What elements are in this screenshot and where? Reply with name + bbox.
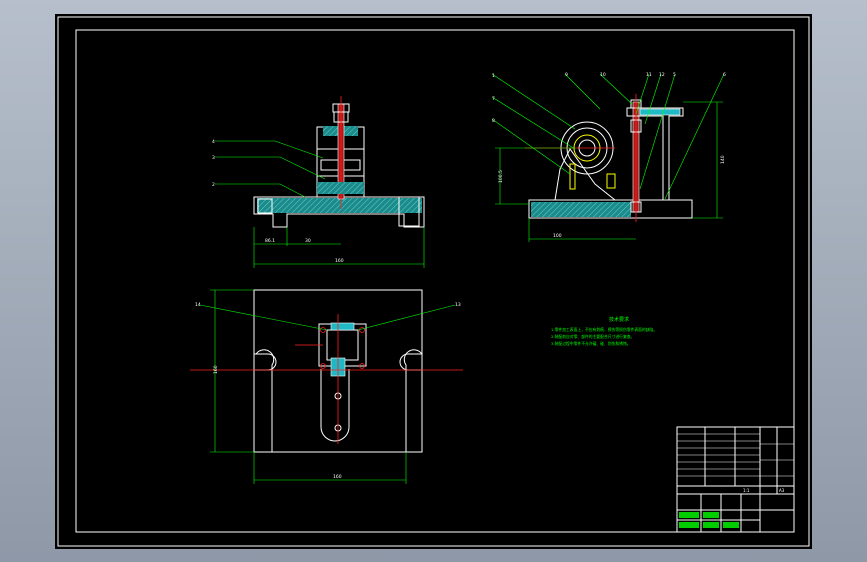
- balloon-front-1: 4: [212, 139, 215, 145]
- drawing-canvas: 4 3 2 86.1 30 160 1 7 8 9 10 11 12 5 6 1…: [57, 16, 810, 547]
- drawing-sheet[interactable]: 4 3 2 86.1 30 160 1 7 8 9 10 11 12 5 6 1…: [55, 14, 812, 549]
- front-view: 4 3 2 86.1 30 160: [212, 96, 425, 268]
- balloon-side-6: 11: [646, 72, 652, 78]
- title-block: 1:1 A3: [676, 426, 795, 533]
- technical-requirements: 技术要求 1.零件加工表面上，不应有划痕、擦伤等损伤零件表面的缺陷。 2.装配前…: [551, 316, 657, 346]
- balloon-side-1: 1: [492, 73, 495, 79]
- balloon-side-5: 10: [600, 72, 606, 78]
- inner-border: [75, 29, 795, 533]
- dim-front-3: 160: [335, 258, 344, 264]
- balloon-side-2: 7: [492, 96, 495, 102]
- balloon-front-3: 2: [212, 182, 215, 188]
- title-block-scale: 1:1: [743, 488, 750, 493]
- dim-side-3: 140: [720, 155, 726, 164]
- balloon-side-7: 12: [659, 72, 665, 78]
- balloon-side-4: 9: [565, 72, 568, 78]
- dim-top-1: 160: [213, 365, 219, 374]
- outer-border: [57, 16, 810, 547]
- balloon-top-2: 13: [455, 302, 461, 308]
- top-view: 14 13 160 160: [190, 289, 463, 484]
- tech-req-line-3: 3.装配过程中零件不允许磕、碰、划伤和锈蚀。: [551, 341, 631, 346]
- dim-side-1: 100.5: [498, 170, 504, 183]
- dim-top-2: 160: [333, 474, 342, 480]
- balloon-side-8: 5: [673, 72, 676, 78]
- dim-front-1: 86.1: [265, 238, 275, 244]
- balloon-front-2: 3: [212, 155, 215, 161]
- balloon-top-1: 14: [195, 302, 201, 308]
- side-view: 1 7 8 9 10 11 12 5 6 100.5 100 140: [491, 72, 726, 242]
- tech-req-line-2: 2.装配前应对零、部件的主要配合尺寸进行复查。: [551, 334, 634, 339]
- tech-req-title: 技术要求: [609, 316, 629, 323]
- dim-side-2: 100: [553, 233, 562, 239]
- balloon-side-3: 8: [492, 118, 495, 124]
- dim-front-2: 30: [305, 238, 311, 244]
- title-block-sheet: A3: [779, 488, 785, 493]
- cad-viewport: 4 3 2 86.1 30 160 1 7 8 9 10 11 12 5 6 1…: [0, 0, 867, 562]
- balloon-side-9: 6: [723, 72, 726, 78]
- tech-req-line-1: 1.零件加工表面上，不应有划痕、擦伤等损伤零件表面的缺陷。: [551, 327, 657, 332]
